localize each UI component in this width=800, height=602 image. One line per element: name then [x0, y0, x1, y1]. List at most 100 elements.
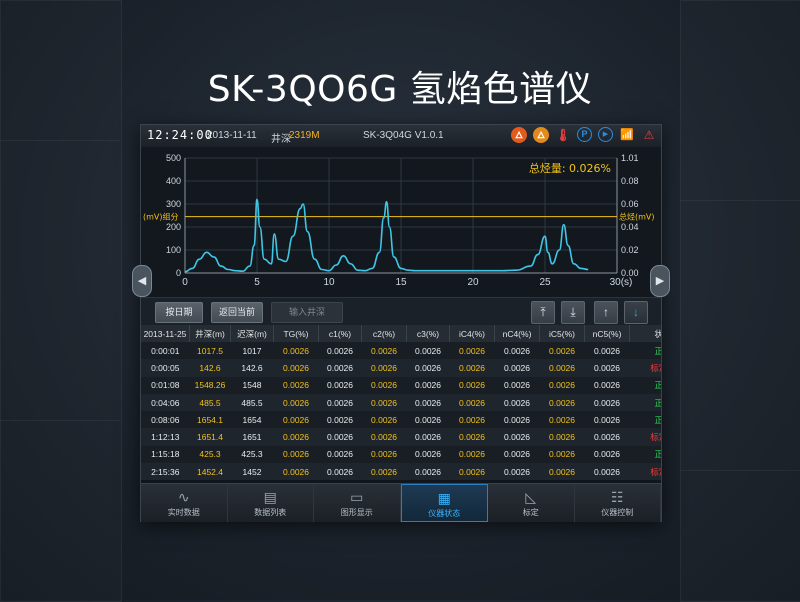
table-cell: 0.0026 [539, 445, 585, 464]
top-arrow-button[interactable]: ⤒ [531, 301, 555, 324]
nav-item-label: 仪器状态 [428, 509, 461, 518]
warning-icon[interactable]: ⚠ [641, 127, 657, 143]
up-arrow-icon: ↑ [603, 305, 609, 319]
y-tick-label-left: 500 [166, 153, 181, 163]
table-cell: 142.6 [189, 359, 231, 377]
signal-icon[interactable]: 📶 [619, 127, 635, 143]
table-cell: 1017 [230, 342, 274, 360]
table-cell: 0:00:01 [141, 342, 190, 360]
table-cell: 0.0026 [584, 445, 630, 464]
table-cell: 0.0026 [318, 445, 362, 464]
column-header[interactable]: iC4(%) [449, 325, 495, 342]
column-header[interactable]: c2(%) [361, 325, 407, 342]
table-cell: 0.0026 [449, 428, 495, 446]
table-cell: 1:15:18 [141, 445, 190, 464]
table-cell: 0.0026 [318, 359, 362, 377]
column-header[interactable]: 迟深(m) [230, 325, 274, 342]
nav-item-label: 实时数据 [167, 508, 200, 517]
column-header[interactable]: nC5(%) [584, 325, 630, 342]
table-cell: 0.0026 [494, 428, 540, 446]
top-arrow-icon: ⤒ [540, 305, 546, 319]
nav-item-label: 图形显示 [340, 508, 373, 517]
depth-input[interactable]: 输入井深 [271, 302, 343, 323]
column-header[interactable]: TG(%) [273, 325, 319, 342]
y-tick-label-right: 0.02 [621, 245, 639, 255]
table-row[interactable]: 0:04:06 485.5 485.5 0.0026 0.0026 0.0026 0.002… [141, 393, 661, 412]
nav-item[interactable]: ▦ 仪器状态 [400, 484, 488, 522]
waveform-icon: ∿ [177, 489, 190, 505]
x-tick-label: 0 [182, 277, 188, 288]
table-cell: 0.0026 [318, 376, 362, 394]
table-row[interactable]: 2:15:36 1452.4 1452 0.0026 0.0026 0.0026 0.002… [141, 463, 661, 481]
nav-item[interactable]: ◺ 标定 [488, 484, 575, 522]
table-cell: 0.0026 [494, 463, 540, 481]
y-tick-label-right: 1.01 [621, 153, 639, 163]
table-row[interactable]: 0:01:08 1548.26 1548 0.0026 0.0026 0.0026 0.00… [141, 376, 661, 394]
table-cell: 485.5 [189, 393, 231, 412]
table-cell: 正常 [629, 445, 661, 464]
table-cell: 正常 [629, 393, 661, 412]
table-cell: 0.0026 [273, 463, 319, 481]
play-icon[interactable]: ▶ [598, 127, 613, 142]
table-cell: 0.0026 [449, 463, 495, 481]
table-cell: 0.0026 [539, 359, 585, 377]
parking-icon[interactable]: P [577, 127, 592, 142]
table-cell: 0.0026 [449, 342, 495, 360]
y-tick-label-left: 300 [166, 199, 181, 209]
table-cell: 1548.26 [189, 376, 231, 394]
by-date-button[interactable]: 按日期 [155, 302, 203, 323]
bottom-arrow-button[interactable]: ⤓ [561, 301, 585, 324]
table-cell: 1654.1 [189, 411, 231, 429]
nav-item[interactable]: ☷ 仪器控制 [575, 484, 661, 522]
right-axis-label: 总烃(mV) [619, 212, 655, 222]
table-cell: 1548 [230, 376, 274, 394]
column-header[interactable]: 井深(m) [189, 325, 231, 342]
clock: 12:24:00 [147, 128, 213, 142]
table-cell: 0.0026 [361, 411, 407, 429]
thermometer-icon[interactable]: 🌡 [555, 127, 571, 143]
flame-icon[interactable]: 🜂 [511, 127, 527, 143]
table-cell: 0.0026 [449, 445, 495, 464]
table-row[interactable]: 0:00:01 1017.5 1017 0.0026 0.0026 0.0026 0.002… [141, 342, 661, 360]
table-row[interactable]: 1:12:13 1651.4 1651 0.0026 0.0026 0.0026 0.002… [141, 428, 661, 446]
table-row[interactable]: 0:00:05 142.6 142.6 0.0026 0.0026 0.0026 0.002… [141, 359, 661, 377]
table-cell: 正常 [629, 376, 661, 394]
down-arrow-button[interactable]: ↓ [624, 301, 648, 324]
column-header[interactable]: nC4(%) [494, 325, 540, 342]
right-arrow-button[interactable]: ▶ [650, 265, 670, 297]
table-cell: 0.0026 [273, 411, 319, 429]
nav-item[interactable]: ▭ 图形显示 [314, 484, 401, 522]
up-arrow-button[interactable]: ↑ [594, 301, 618, 324]
x-tick-label: 30(s) [610, 277, 633, 288]
device-screen: 12:24:00 2013-11-11 井深 2319M SK-3Q04G V1… [140, 124, 662, 522]
table-cell: 0.0026 [494, 342, 540, 360]
table-cell: 0.0026 [494, 411, 540, 429]
table-cell: 1651.4 [189, 428, 231, 446]
data-table: 2013-11-25 井深(m) 迟深(m) TG(%) c1(%) c2(%) c3(%)… [141, 325, 661, 482]
nav-item[interactable]: ∿ 实时数据 [141, 484, 228, 522]
column-header[interactable]: c1(%) [318, 325, 362, 342]
nav-item-label: 仪器控制 [601, 508, 634, 517]
table-cell: 0.0026 [539, 411, 585, 429]
left-arrow-icon: ◀ [137, 275, 147, 287]
table-cell: 0.0026 [361, 463, 407, 481]
table-cell: 0.0026 [318, 342, 362, 360]
table-cell: 0.0026 [406, 463, 450, 481]
left-arrow-button[interactable]: ◀ [132, 265, 152, 297]
table-cell: 485.5 [230, 393, 274, 412]
table-row[interactable]: 1:15:18 425.3 425.3 0.0026 0.0026 0.0026 0.002… [141, 445, 661, 464]
column-header[interactable]: 状态 [629, 325, 661, 342]
nav-item[interactable]: ▤ 数据列表 [228, 484, 314, 522]
table-row[interactable]: 0:08:06 1654.1 1654 0.0026 0.0026 0.0026 0.002… [141, 411, 661, 429]
flame-icon[interactable]: 🜂 [533, 127, 549, 143]
table-cell: 0.0026 [361, 393, 407, 412]
y-tick-label-right: 0.06 [621, 199, 639, 209]
column-header[interactable]: 2013-11-25 [141, 325, 190, 342]
back-current-button[interactable]: 返回当前 [211, 302, 263, 323]
table-cell: 0.0026 [273, 342, 319, 360]
table-cell: 标定中 [629, 463, 661, 481]
column-header[interactable]: iC5(%) [539, 325, 585, 342]
status-bar: 12:24:00 2013-11-11 井深 2319M SK-3Q04G V1… [141, 125, 661, 148]
column-header[interactable]: c3(%) [406, 325, 450, 342]
background-line [0, 420, 120, 421]
